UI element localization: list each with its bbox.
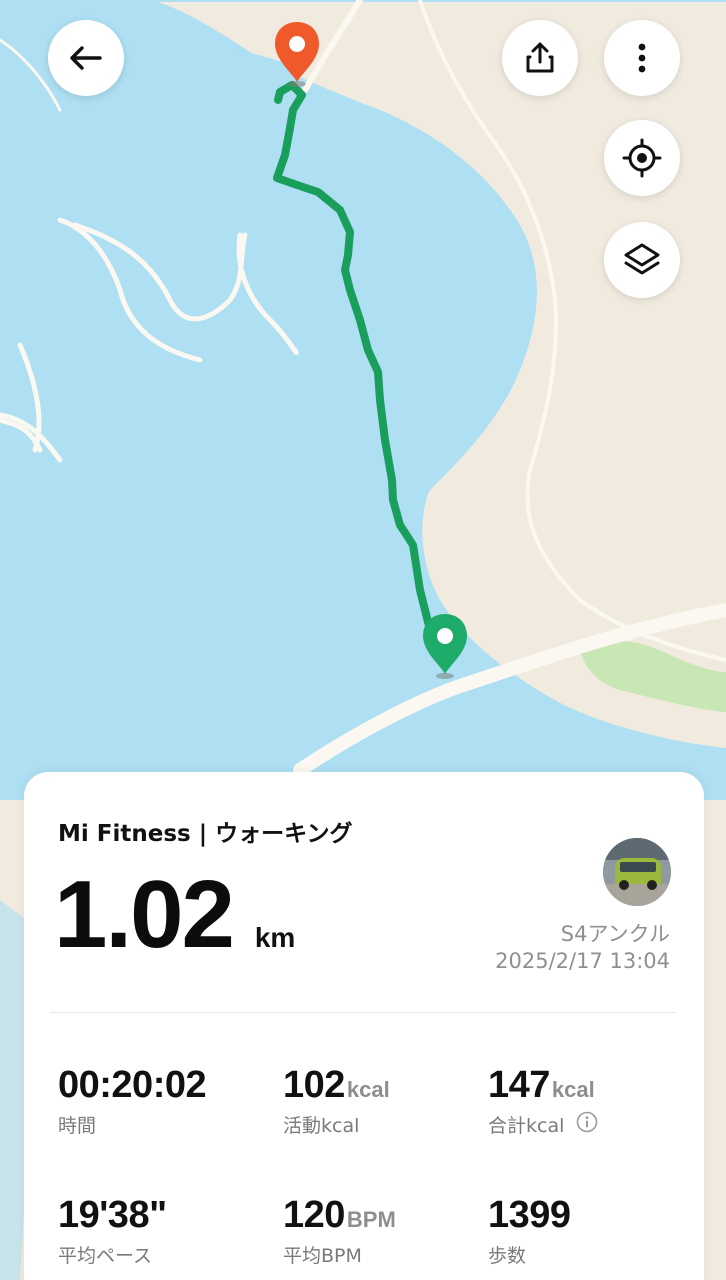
stat-steps: 1399 歩数 (488, 1194, 573, 1268)
device-name: S4アンクル (560, 922, 670, 946)
distance-unit: km (254, 922, 296, 953)
share-button[interactable] (502, 20, 578, 96)
locate-target-icon (622, 138, 662, 178)
stat-label: 平均BPM (283, 1245, 362, 1267)
layers-icon (624, 243, 660, 275)
stat-unit: BPM (346, 1207, 396, 1232)
divider (50, 1012, 676, 1013)
stat-value: 147 (488, 1064, 550, 1106)
layers-button[interactable] (604, 222, 680, 298)
stat-label: 合計kcal (488, 1115, 565, 1137)
stat-value: 00:20:02 (58, 1064, 207, 1106)
stat-duration: 00:20:02 時間 (58, 1064, 208, 1138)
stat-label: 歩数 (488, 1245, 527, 1267)
back-button[interactable] (48, 20, 124, 96)
share-icon (526, 42, 554, 73)
stat-total-kcal: 147 kcal 合計kcal (488, 1064, 598, 1138)
distance-display: 1.02 km (54, 860, 295, 970)
locate-button[interactable] (604, 120, 680, 196)
activity-title: Mi Fitness | ウォーキング (58, 821, 353, 847)
car-photo-icon (603, 838, 671, 906)
stat-label: 平均ペース (58, 1245, 153, 1267)
stat-value: 102 (283, 1064, 345, 1106)
activity-summary-card: Mi Fitness | ウォーキング 1.02 km S4アンクル 2025/… (24, 772, 704, 1280)
activity-date: 2025/2/17 13:04 (495, 949, 670, 973)
stat-avg-pace: 19'38" 平均ペース (58, 1194, 169, 1268)
stat-active-kcal: 102 kcal 活動kcal (283, 1064, 390, 1138)
distance-value: 1.02 (54, 861, 235, 968)
stat-label: 時間 (58, 1115, 97, 1137)
stat-avg-bpm: 120 BPM 平均BPM (283, 1194, 396, 1268)
stat-value: 120 (283, 1194, 345, 1236)
back-arrow-icon (70, 46, 102, 70)
info-icon[interactable] (576, 1111, 598, 1138)
stat-value: 1399 (488, 1194, 571, 1236)
more-button[interactable] (604, 20, 680, 96)
stat-unit: kcal (551, 1077, 595, 1102)
stat-value: 19'38" (58, 1194, 167, 1236)
stat-unit: kcal (346, 1077, 390, 1102)
avatar[interactable] (603, 838, 671, 906)
more-vertical-icon (638, 43, 646, 73)
stat-label: 活動kcal (283, 1115, 360, 1137)
